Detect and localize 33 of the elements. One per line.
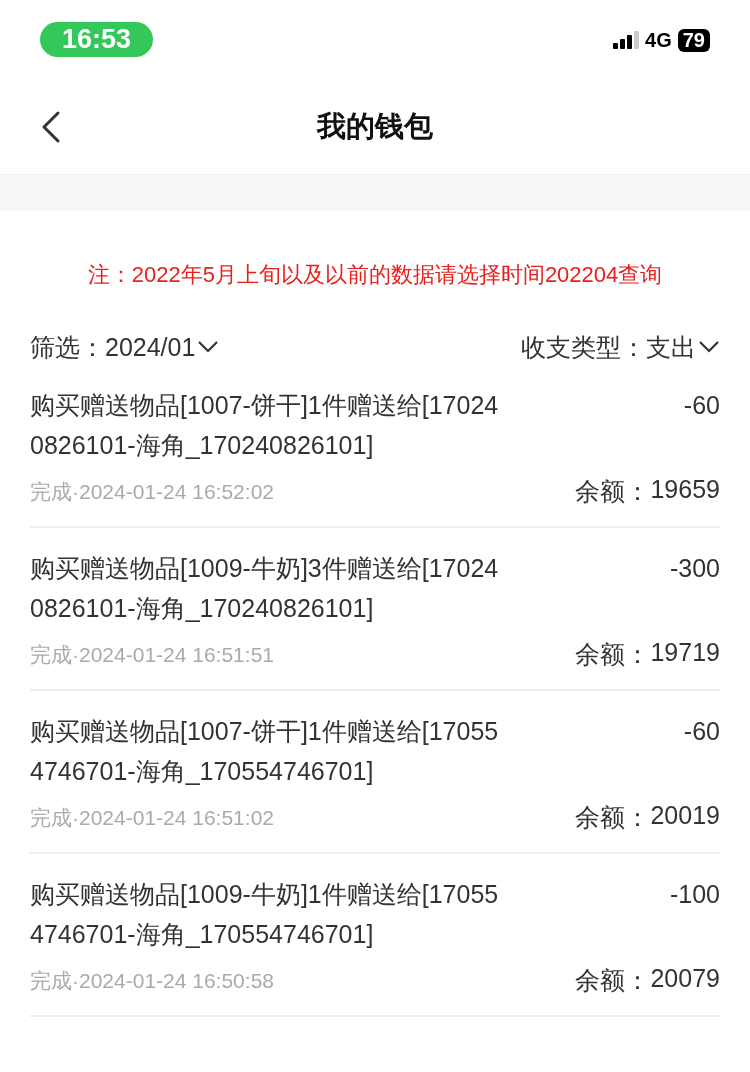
notice-text: 注：2022年5月上旬以及以前的数据请选择时间202204查询 <box>86 261 664 289</box>
chevron-down-icon <box>698 340 720 354</box>
record-status: 完成·2024-01-24 16:52:02 <box>30 478 274 505</box>
record-amount: -100 <box>669 879 720 910</box>
record-status: 完成·2024-01-24 16:51:51 <box>30 641 274 668</box>
battery-level: 79 <box>677 28 710 52</box>
record-amount: -60 <box>683 716 720 747</box>
signal-icon <box>613 31 640 49</box>
balance-value: 19719 <box>650 638 720 668</box>
filter-label: 筛选： <box>30 331 105 363</box>
chevron-down-icon <box>197 340 220 354</box>
status-time: 16:53 <box>40 21 154 57</box>
record-description: 购买赠送物品[1009-牛奶]1件赠送给[170554746701-海角_170554746701] <box>30 879 500 950</box>
record-description: 购买赠送物品[1007-饼干]1件赠送给[170240826101-海角_170240826101] <box>30 390 500 461</box>
record-status: 完成·2024-01-24 16:50:58 <box>30 967 274 994</box>
record-status: 完成·2024-01-24 16:51:02 <box>30 804 274 831</box>
back-icon[interactable] <box>40 110 62 144</box>
balance-label: 余额： <box>575 639 651 670</box>
balance-label: 余额： <box>575 802 651 833</box>
network-label: 4G <box>645 28 672 52</box>
date-dropdown[interactable]: 2024/01 <box>105 332 220 362</box>
record-description: 购买赠送物品[1007-饼干]1件赠送给[170554746701-海角_170554746701] <box>30 716 500 787</box>
record-amount: -300 <box>669 553 720 584</box>
balance-value: 20019 <box>650 801 720 831</box>
record-amount: -60 <box>683 390 720 421</box>
balance-value: 19659 <box>650 475 720 505</box>
balance-value: 20079 <box>650 964 720 994</box>
record-description: 购买赠送物品[1009-牛奶]3件赠送给[170240826101-海角_170240826101] <box>30 553 500 624</box>
type-label: 收支类型： <box>521 331 646 363</box>
page-title: 我的钱包 <box>317 109 433 144</box>
balance-label: 余额： <box>575 965 651 996</box>
type-dropdown[interactable]: 支出 <box>646 330 720 364</box>
balance-label: 余额： <box>575 476 651 507</box>
